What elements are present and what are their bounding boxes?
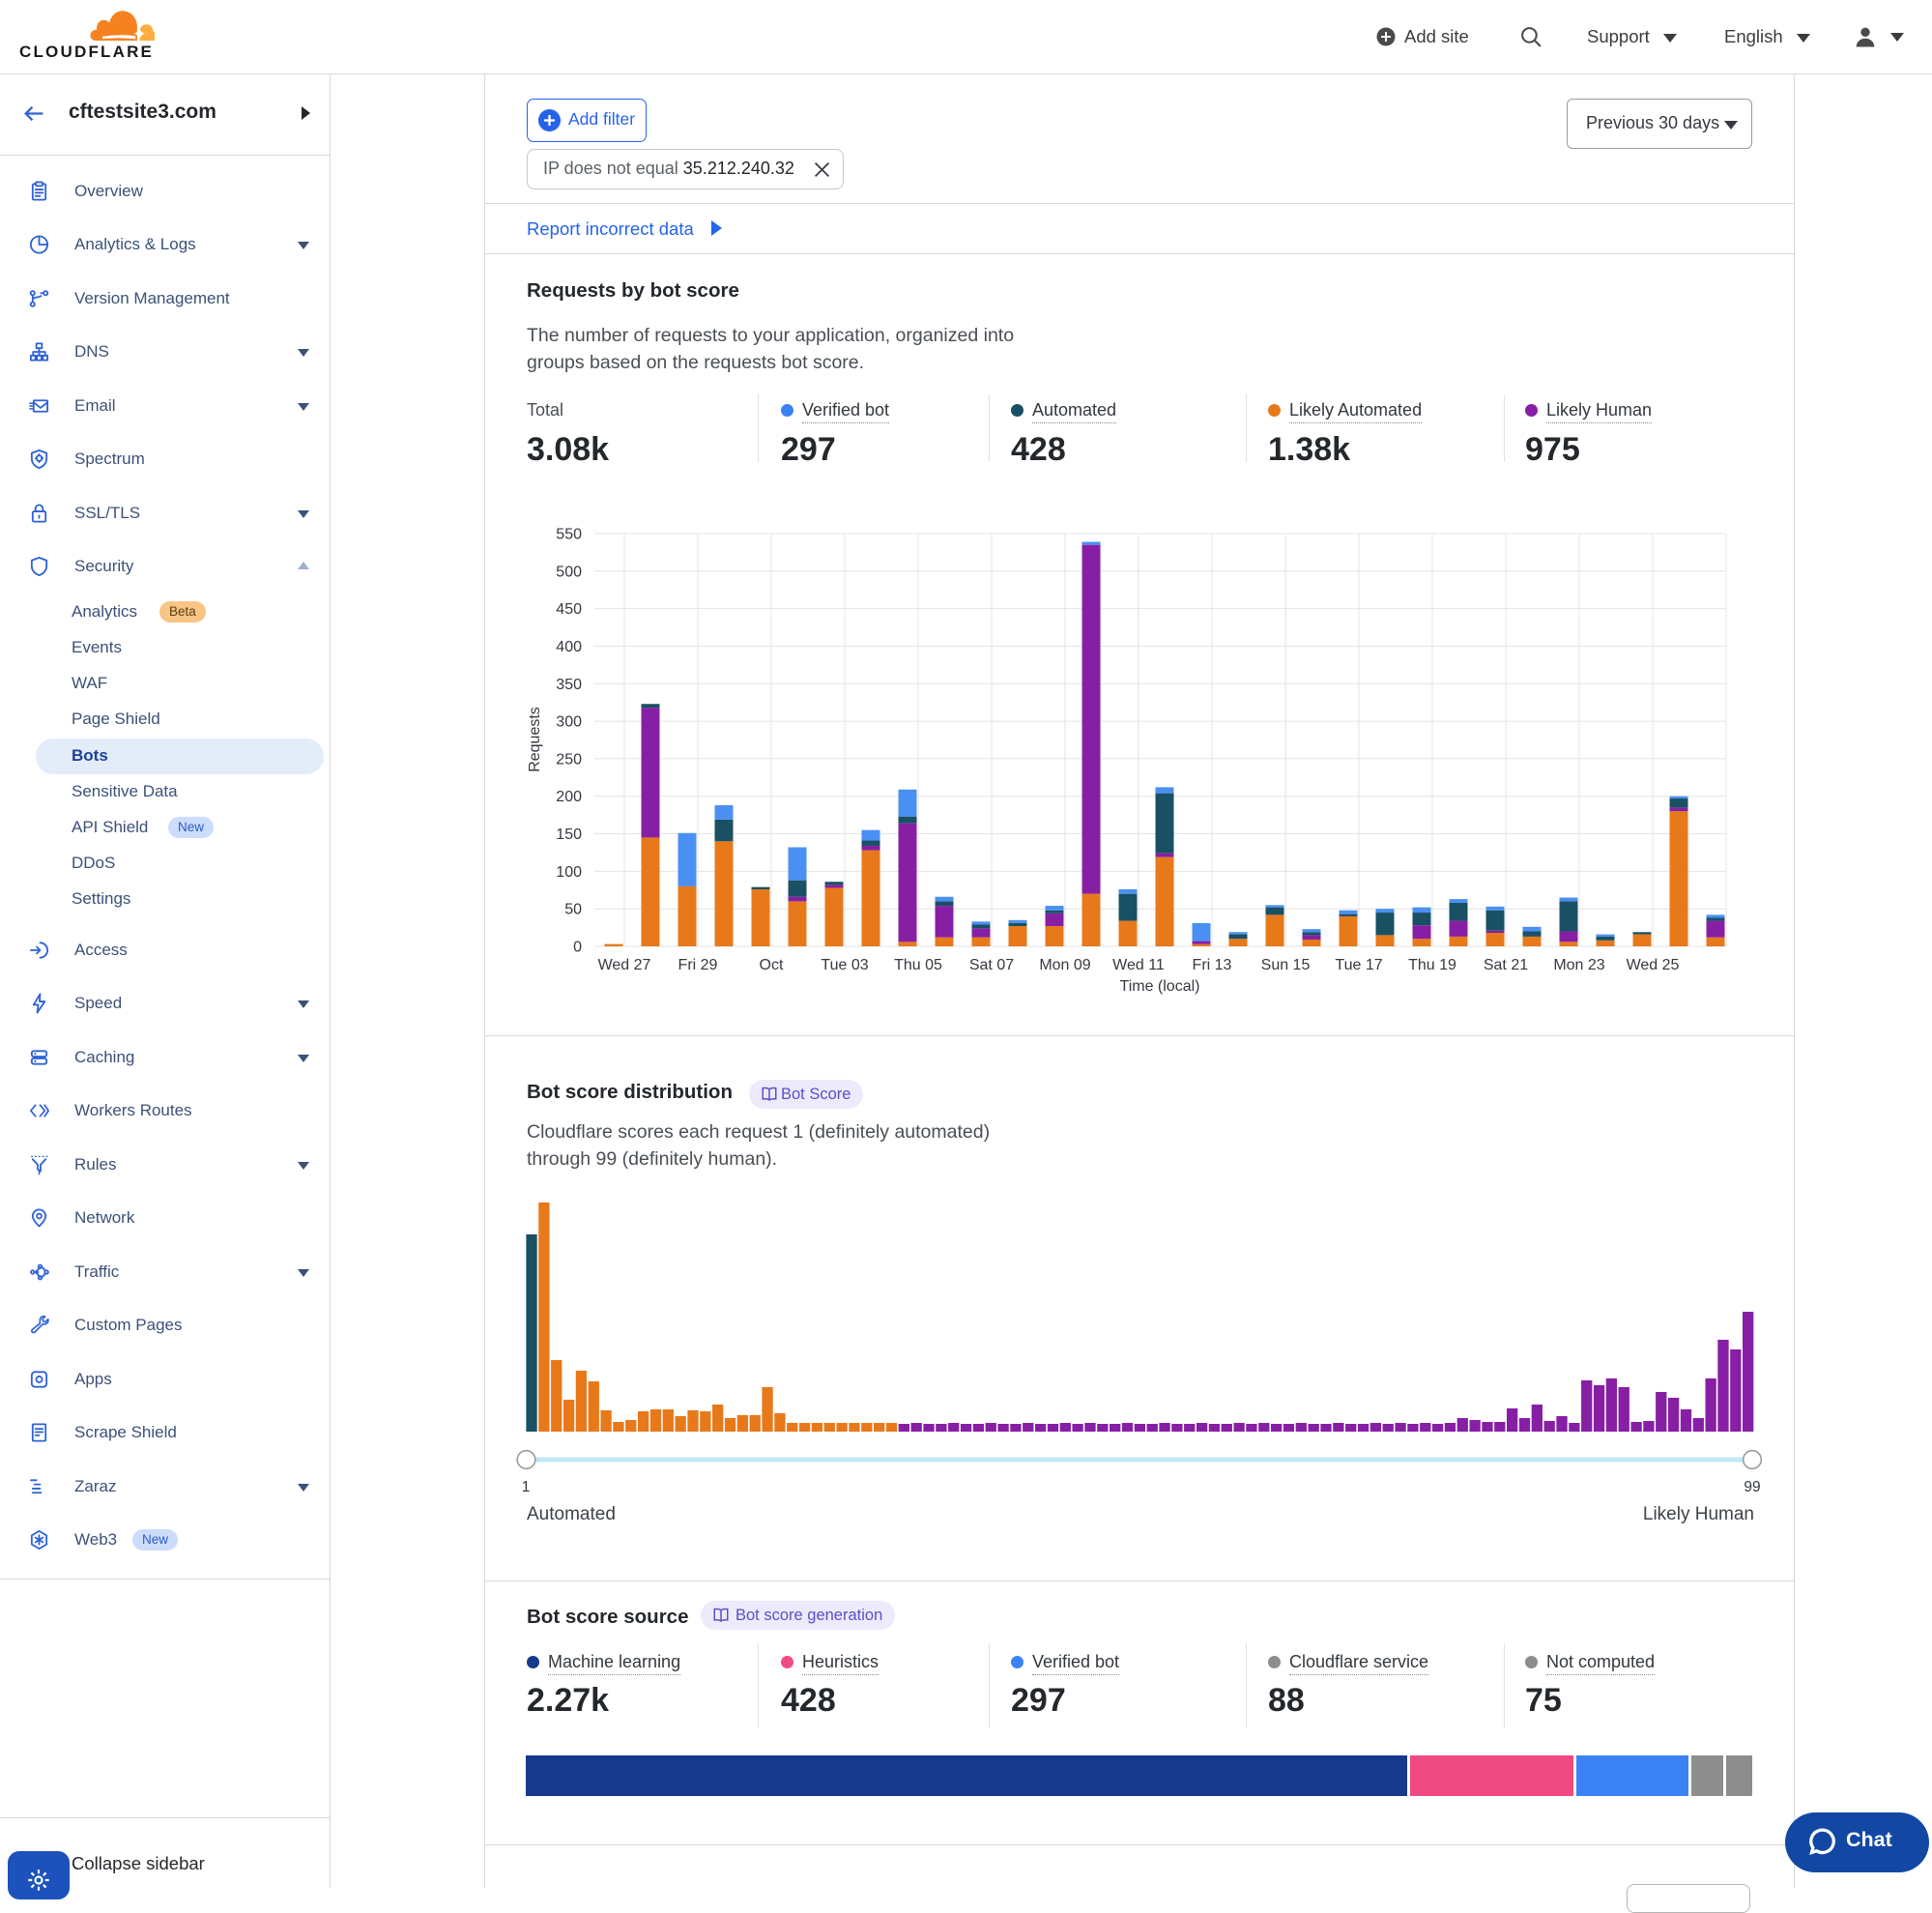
svg-text:550: 550	[556, 527, 582, 543]
svg-text:Mon 09: Mon 09	[1039, 957, 1090, 973]
svg-text:Requests: Requests	[527, 707, 543, 772]
svg-text:300: 300	[556, 714, 582, 731]
svg-text:Tue 03: Tue 03	[821, 957, 868, 973]
svg-text:150: 150	[556, 826, 582, 843]
svg-text:400: 400	[556, 639, 582, 655]
svg-text:0: 0	[573, 940, 582, 956]
svg-text:Automated: Automated	[527, 1504, 616, 1524]
svg-text:Time (local): Time (local)	[1120, 978, 1200, 995]
svg-text:450: 450	[556, 601, 582, 618]
svg-text:Likely Human: Likely Human	[1643, 1504, 1754, 1524]
svg-text:Fri 29: Fri 29	[678, 957, 718, 973]
svg-text:Sun 15: Sun 15	[1261, 957, 1311, 973]
svg-text:Oct: Oct	[760, 957, 784, 973]
svg-text:Mon 23: Mon 23	[1553, 957, 1604, 973]
svg-text:1: 1	[522, 1479, 531, 1495]
svg-text:200: 200	[556, 789, 582, 805]
svg-text:Sat 21: Sat 21	[1484, 957, 1528, 973]
svg-text:350: 350	[556, 677, 582, 693]
svg-text:500: 500	[556, 564, 582, 580]
svg-text:50: 50	[564, 902, 582, 918]
svg-text:250: 250	[556, 751, 582, 768]
svg-text:Sat 07: Sat 07	[969, 957, 1014, 973]
svg-text:Thu 05: Thu 05	[894, 957, 942, 973]
svg-text:Thu 19: Thu 19	[1408, 957, 1456, 973]
svg-text:Fri 13: Fri 13	[1193, 957, 1232, 973]
svg-text:Tue 17: Tue 17	[1335, 957, 1382, 973]
svg-text:99: 99	[1744, 1479, 1760, 1495]
svg-text:100: 100	[556, 864, 582, 881]
svg-text:Wed 27: Wed 27	[598, 957, 651, 973]
svg-text:Wed 11: Wed 11	[1112, 957, 1165, 973]
svg-text:Wed 25: Wed 25	[1627, 957, 1680, 973]
